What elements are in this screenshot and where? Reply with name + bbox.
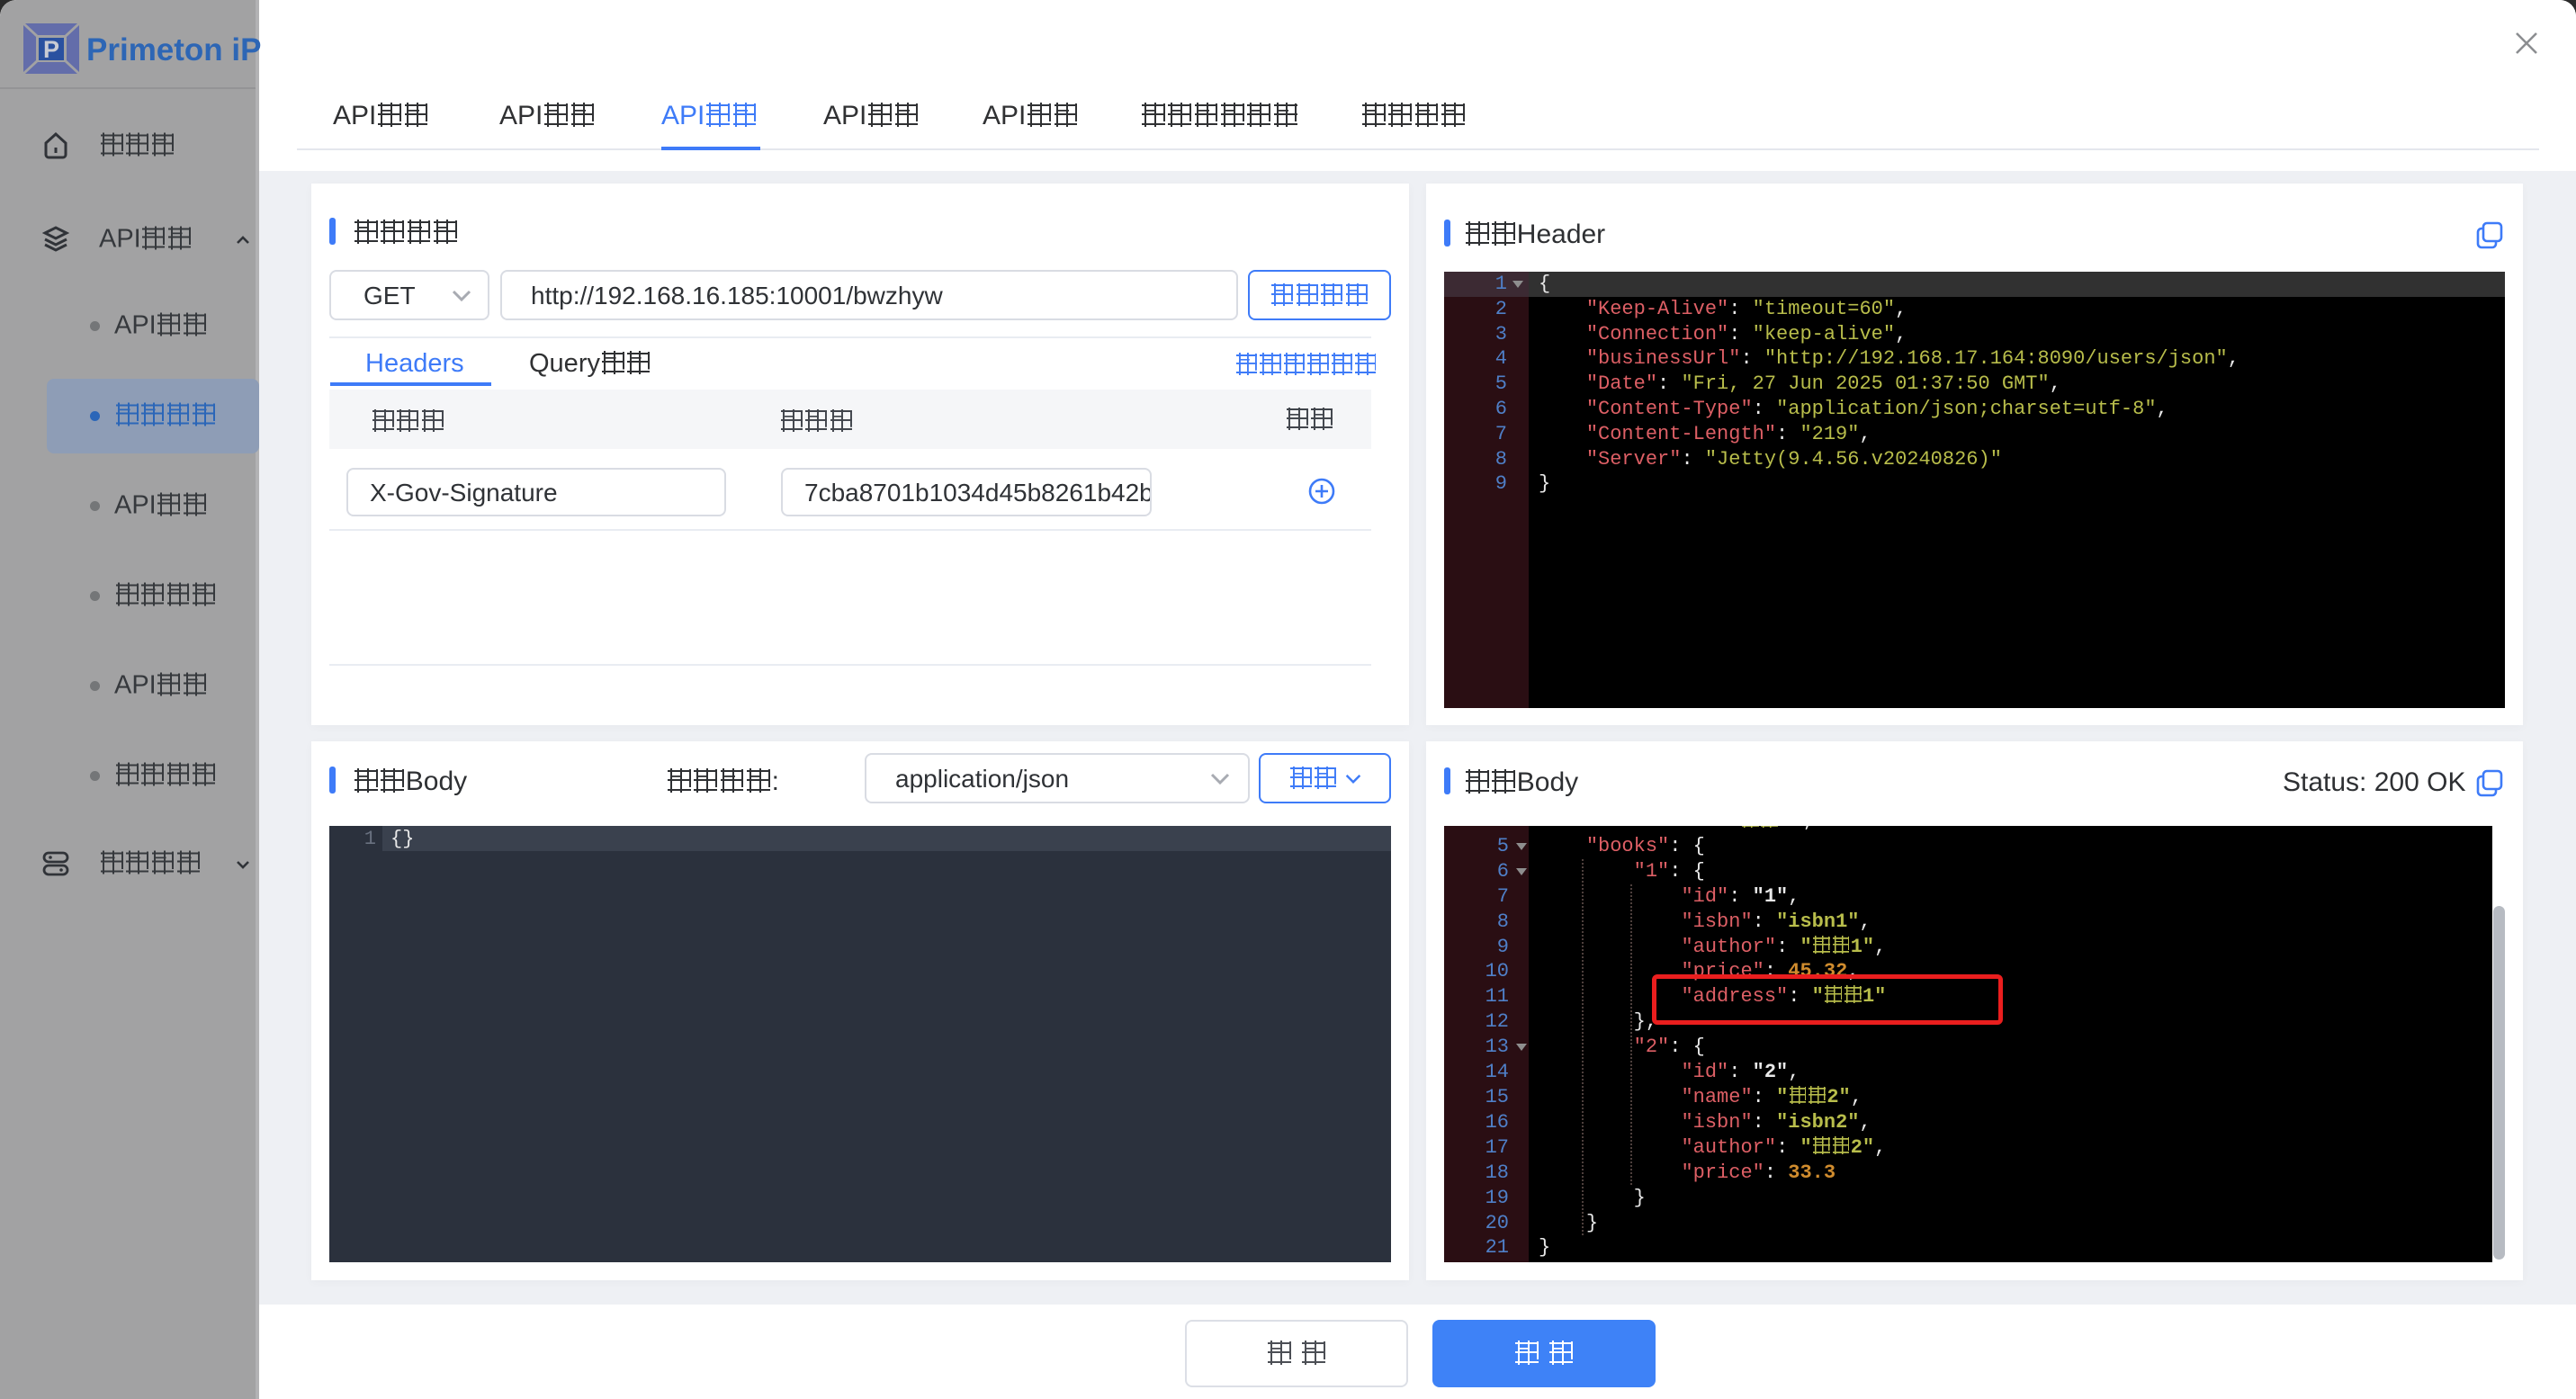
svg-text:P: P [43, 36, 59, 63]
